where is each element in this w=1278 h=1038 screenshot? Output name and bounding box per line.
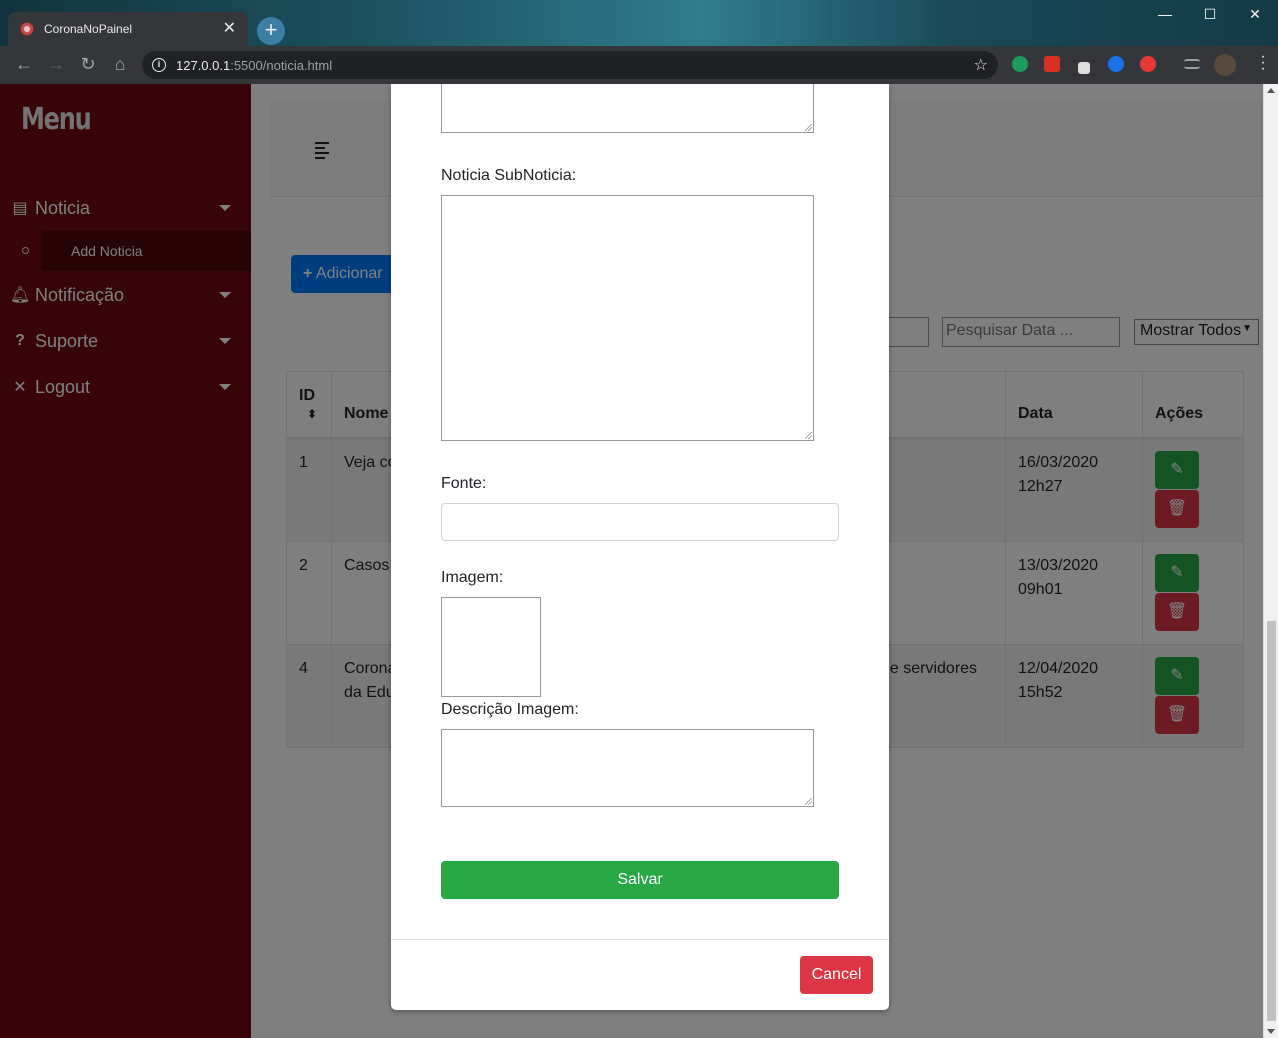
scroll-down-icon[interactable] <box>1267 1029 1275 1034</box>
media-extension-icon[interactable] <box>1184 59 1200 69</box>
descricao-label: Descrição Imagem: <box>441 701 579 718</box>
url-path: :5500/noticia.html <box>230 57 333 73</box>
browser-menu-icon[interactable]: · · · <box>1260 49 1266 77</box>
noticia-textarea[interactable] <box>441 84 814 133</box>
cancel-button[interactable]: Cancel <box>800 956 873 994</box>
url-host: 127.0.0.1 <box>176 57 231 73</box>
bookmark-star-icon[interactable]: ☆ <box>974 55 988 75</box>
modal-footer <box>391 939 889 940</box>
scrollbar-thumb[interactable] <box>1267 621 1276 1021</box>
maximize-button[interactable]: ☐ <box>1195 6 1225 23</box>
scroll-up-icon[interactable] <box>1267 88 1275 93</box>
hand-extension-icon[interactable] <box>1140 56 1156 72</box>
tab-title: CoronaNoPainel <box>44 22 133 36</box>
fonte-label: Fonte: <box>441 475 487 492</box>
download-extension-icon[interactable] <box>1108 56 1124 72</box>
fonte-input[interactable] <box>441 503 839 541</box>
site-favicon-icon <box>20 22 34 36</box>
image-upload-box[interactable] <box>441 597 541 697</box>
new-tab-button[interactable]: + <box>257 17 285 45</box>
tab-close-icon[interactable]: ✕ <box>223 21 236 37</box>
pen-extension-icon[interactable] <box>1078 62 1090 74</box>
site-info-icon[interactable]: i <box>152 58 166 72</box>
imagem-label: Imagem: <box>441 569 504 586</box>
close-window-button[interactable]: ✕ <box>1240 6 1270 23</box>
profile-avatar[interactable] <box>1214 54 1236 76</box>
subnoticia-label: Noticia SubNoticia: <box>441 167 577 184</box>
news-modal: Noticia SubNoticia: Fonte: Imagem: Descr… <box>391 84 889 1010</box>
browser-tab[interactable]: CoronaNoPainel ✕ <box>8 12 248 46</box>
page-viewport: Menu ▤ Noticia Add Noticia 🔔︎ Notificaçã… <box>0 84 1278 1038</box>
browser-titlebar: CoronaNoPainel ✕ + — ☐ ✕ <box>0 0 1278 46</box>
save-button[interactable]: Salvar <box>441 861 839 899</box>
shield-extension-icon[interactable] <box>1012 56 1028 72</box>
mega-extension-icon[interactable] <box>1044 56 1060 72</box>
subnoticia-textarea[interactable] <box>441 195 814 441</box>
reload-icon[interactable]: ↻ <box>72 54 104 75</box>
minimize-button[interactable]: — <box>1150 6 1180 22</box>
page-scrollbar[interactable] <box>1263 84 1278 1038</box>
descricao-textarea[interactable] <box>441 729 814 807</box>
address-bar[interactable]: i 127.0.0.1 :5500/noticia.html ☆ <box>142 51 998 79</box>
home-icon[interactable]: ⌂ <box>104 54 136 75</box>
forward-icon[interactable]: → <box>40 54 72 75</box>
browser-toolbar: ← → ↻ ⌂ i 127.0.0.1 :5500/noticia.html ☆… <box>0 46 1278 84</box>
back-icon[interactable]: ← <box>8 54 40 75</box>
